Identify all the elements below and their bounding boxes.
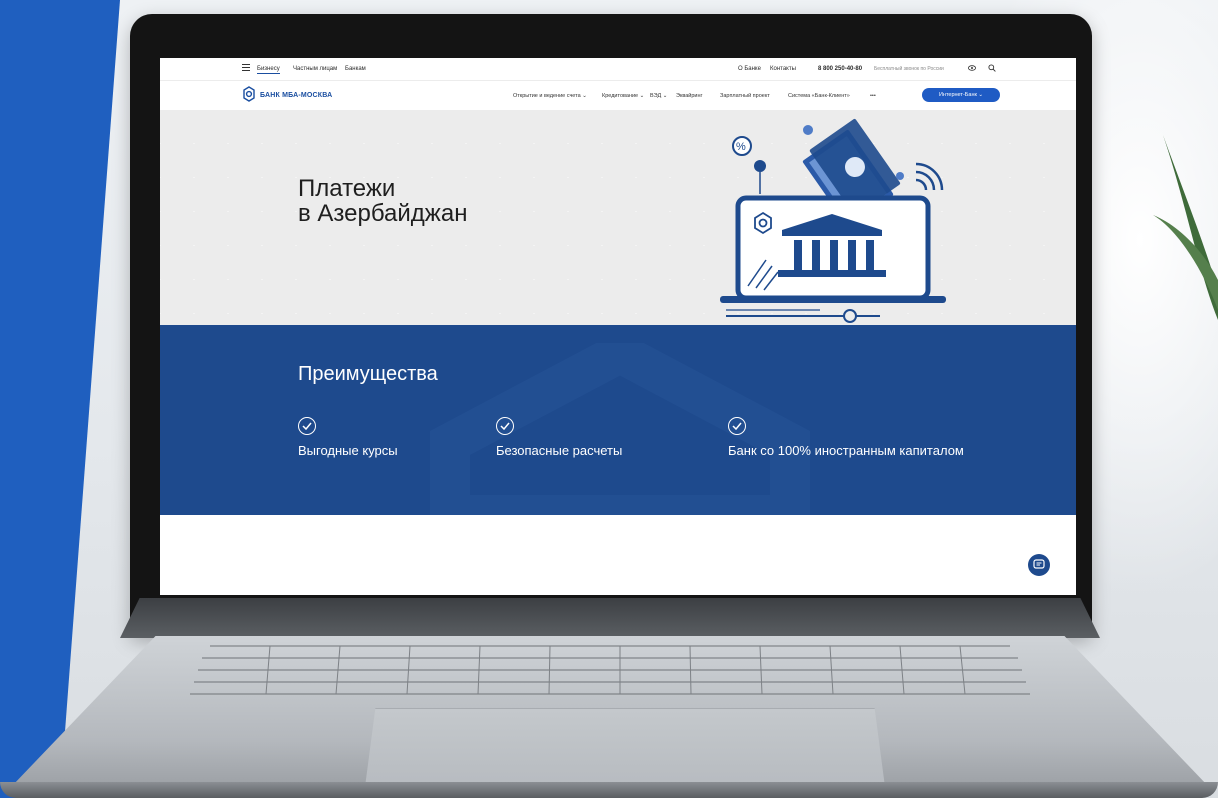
advantage-item: Выгодные курсы (298, 417, 398, 458)
advantage-label: Выгодные курсы (298, 443, 398, 458)
checkmark-circle-icon (496, 417, 514, 435)
laptop-screen: Бизнесу Частным лицам Банкам О Банке Кон… (160, 58, 1076, 595)
phone-note: Бесплатный звонок по России (874, 66, 944, 72)
segment-business[interactable]: Бизнесу (257, 66, 280, 74)
background-blue-panel (0, 0, 120, 798)
nav-bank-client[interactable]: Система «Банк-Клиент» (788, 93, 850, 99)
advantages-title: Преимущества (298, 363, 438, 385)
nav-more[interactable]: ••• (870, 93, 876, 99)
keyboard-icon (190, 645, 1030, 695)
content-area (160, 515, 1076, 595)
hero-banner: Платежи в Азербайджан % (160, 110, 1076, 325)
advantage-item: Банк со 100% иностранным капиталом (728, 417, 964, 458)
plant-decoration (1153, 135, 1218, 320)
segment-individuals[interactable]: Частным лицам (293, 66, 337, 72)
accessibility-eye-icon[interactable] (968, 65, 976, 71)
nav-lending[interactable]: Кредитование ⌄ (602, 93, 644, 99)
hero-title: Платежи в Азербайджан (298, 176, 467, 226)
checkmark-circle-icon (298, 417, 316, 435)
checkmark-circle-icon (728, 417, 746, 435)
nav-ved[interactable]: ВЭД ⌄ (650, 93, 667, 99)
link-contacts[interactable]: Контакты (770, 66, 796, 72)
hero-title-line1: Платежи (298, 175, 396, 202)
nav-acquiring[interactable]: Эквайринг (676, 93, 703, 99)
laptop-front-edge (0, 782, 1218, 798)
phone-number[interactable]: 8 800 250-40-80 (818, 66, 862, 72)
svg-text:%: % (736, 141, 746, 153)
hero-title-line2: в Азербайджан (298, 200, 468, 227)
search-icon[interactable] (988, 64, 996, 72)
advantage-item: Безопасные расчеты (496, 417, 622, 458)
chat-icon (1033, 559, 1045, 569)
chat-button[interactable] (1028, 554, 1050, 576)
bank-payment-illustration: % (720, 118, 946, 323)
nav-account-opening[interactable]: Открытие и ведение счета ⌄ (513, 93, 587, 99)
advantages-section: Преимущества Выгодные курсы Безопасные р… (160, 325, 1076, 515)
advantage-label: Безопасные расчеты (496, 443, 623, 458)
internet-bank-button[interactable]: Интернет-Банк ⌄ (922, 88, 1000, 102)
bank-logo-icon[interactable] (242, 86, 256, 102)
main-navbar: БАНК МБА-МОСКВА Открытие и ведение счета… (160, 80, 1076, 111)
nav-salary-project[interactable]: Зарплатный проект (720, 93, 770, 99)
advantage-label: Банк со 100% иностранным капиталом (728, 443, 964, 458)
segment-banks[interactable]: Банкам (345, 66, 366, 72)
hamburger-menu-icon[interactable] (242, 64, 250, 71)
laptop-hinge (120, 598, 1100, 638)
top-bar: Бизнесу Частным лицам Банкам О Банке Кон… (160, 58, 1076, 81)
trackpad (365, 708, 885, 787)
link-about-bank[interactable]: О Банке (738, 66, 761, 72)
bank-logo-text[interactable]: БАНК МБА-МОСКВА (260, 92, 332, 99)
